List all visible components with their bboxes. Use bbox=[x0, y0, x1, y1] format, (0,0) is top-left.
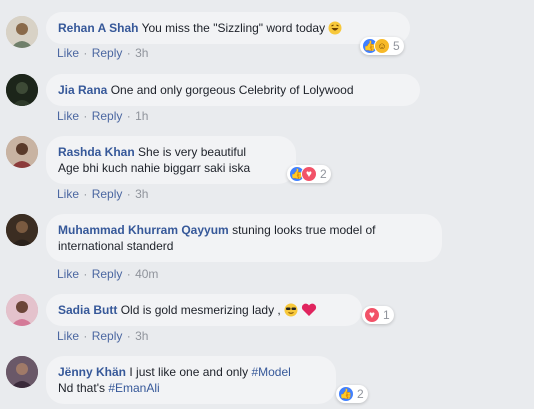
timestamp[interactable]: 3h bbox=[135, 329, 148, 343]
comment-text: You miss the "Sizzling" word today bbox=[141, 21, 326, 35]
comment-bubble: Jia Rana One and only gorgeous Celebrity… bbox=[46, 74, 420, 106]
timestamp[interactable]: 40m bbox=[135, 267, 158, 281]
comment-actions: Like · Reply · 3h bbox=[57, 46, 149, 60]
comment-text-line-2: Nd that's bbox=[58, 381, 105, 395]
commenter-name[interactable]: Rehan A Shah bbox=[58, 21, 138, 35]
comment-text: Old is gold mesmerizing lady , bbox=[120, 303, 281, 317]
comment-text-line-2: Age bhi kuch nahie biggarr saki iska bbox=[58, 161, 251, 175]
comment-actions: Like · Reply · 40m bbox=[57, 267, 159, 281]
reaction-count: 1 bbox=[383, 308, 390, 322]
sunglasses-emoji-icon bbox=[284, 303, 298, 321]
like-link[interactable]: Like bbox=[57, 187, 79, 201]
like-icon: 👍 bbox=[338, 386, 354, 402]
comment-bubble: Rehan A Shah You miss the "Sizzling" wor… bbox=[46, 12, 410, 44]
comment-bubble: Muhammad Khurram Qayyum stuning looks tr… bbox=[46, 214, 442, 262]
reaction-summary[interactable]: ♥ 1 bbox=[362, 306, 394, 324]
hashtag-link[interactable]: #EmanAli bbox=[108, 381, 159, 395]
avatar[interactable] bbox=[6, 214, 38, 246]
profile-photo-icon bbox=[6, 356, 38, 388]
reply-link[interactable]: Reply bbox=[92, 46, 123, 60]
reply-link[interactable]: Reply bbox=[92, 109, 123, 123]
profile-photo-icon bbox=[6, 74, 38, 106]
commenter-name[interactable]: Jënny Khän bbox=[58, 365, 126, 379]
comment-bubble: Sadia Butt Old is gold mesmerizing lady … bbox=[46, 294, 362, 326]
comment-actions: Like · Reply · 3h bbox=[57, 329, 149, 343]
like-link[interactable]: Like bbox=[57, 267, 79, 281]
heart-emoji-icon bbox=[301, 303, 317, 321]
comment-text: She is very beautiful bbox=[138, 145, 247, 159]
reaction-summary[interactable]: 👍 ♥ 2 bbox=[287, 165, 331, 183]
timestamp[interactable]: 3h bbox=[135, 46, 148, 60]
avatar[interactable] bbox=[6, 294, 38, 326]
love-icon: ♥ bbox=[364, 307, 380, 323]
timestamp[interactable]: 1h bbox=[135, 109, 148, 123]
commenter-name[interactable]: Sadia Butt bbox=[58, 303, 117, 317]
reply-link[interactable]: Reply bbox=[92, 329, 123, 343]
reaction-count: 2 bbox=[357, 387, 364, 401]
reply-link[interactable]: Reply bbox=[92, 187, 123, 201]
reaction-count: 2 bbox=[320, 167, 327, 181]
profile-photo-icon bbox=[6, 294, 38, 326]
avatar[interactable] bbox=[6, 356, 38, 388]
comment-text: I just like one and only bbox=[129, 365, 249, 379]
comment-actions: Like · Reply · 1h bbox=[57, 109, 149, 123]
comment-text-line-2: international standerd bbox=[58, 239, 174, 253]
commenter-name[interactable]: Jia Rana bbox=[58, 83, 107, 97]
profile-photo-icon bbox=[6, 214, 38, 246]
avatar[interactable] bbox=[6, 136, 38, 168]
profile-photo-icon bbox=[6, 16, 38, 48]
haha-icon: ☺ bbox=[374, 38, 390, 54]
reaction-count: 5 bbox=[393, 39, 400, 53]
timestamp[interactable]: 3h bbox=[135, 187, 148, 201]
reply-link[interactable]: Reply bbox=[92, 267, 123, 281]
reaction-summary[interactable]: 👍 2 bbox=[336, 385, 368, 403]
avatar[interactable] bbox=[6, 16, 38, 48]
commenter-name[interactable]: Muhammad Khurram Qayyum bbox=[58, 223, 229, 237]
commenter-name[interactable]: Rashda Khan bbox=[58, 145, 135, 159]
like-link[interactable]: Like bbox=[57, 109, 79, 123]
love-icon: ♥ bbox=[301, 166, 317, 182]
laughing-emoji-icon bbox=[328, 21, 342, 39]
profile-photo-icon bbox=[6, 136, 38, 168]
comment-text: One and only gorgeous Celebrity of Lolyw… bbox=[110, 83, 354, 97]
like-link[interactable]: Like bbox=[57, 46, 79, 60]
like-link[interactable]: Like bbox=[57, 329, 79, 343]
avatar[interactable] bbox=[6, 74, 38, 106]
comment-actions: Like · Reply · 3h bbox=[57, 187, 149, 201]
hashtag-link[interactable]: #Model bbox=[251, 365, 290, 379]
comment-bubble: Jënny Khän I just like one and only #Mod… bbox=[46, 356, 336, 404]
comment-bubble: Rashda Khan She is very beautiful Age bh… bbox=[46, 136, 296, 184]
reaction-summary[interactable]: 👍 ☺ 5 bbox=[360, 37, 404, 55]
comment-text: stuning looks true model of bbox=[232, 223, 376, 237]
